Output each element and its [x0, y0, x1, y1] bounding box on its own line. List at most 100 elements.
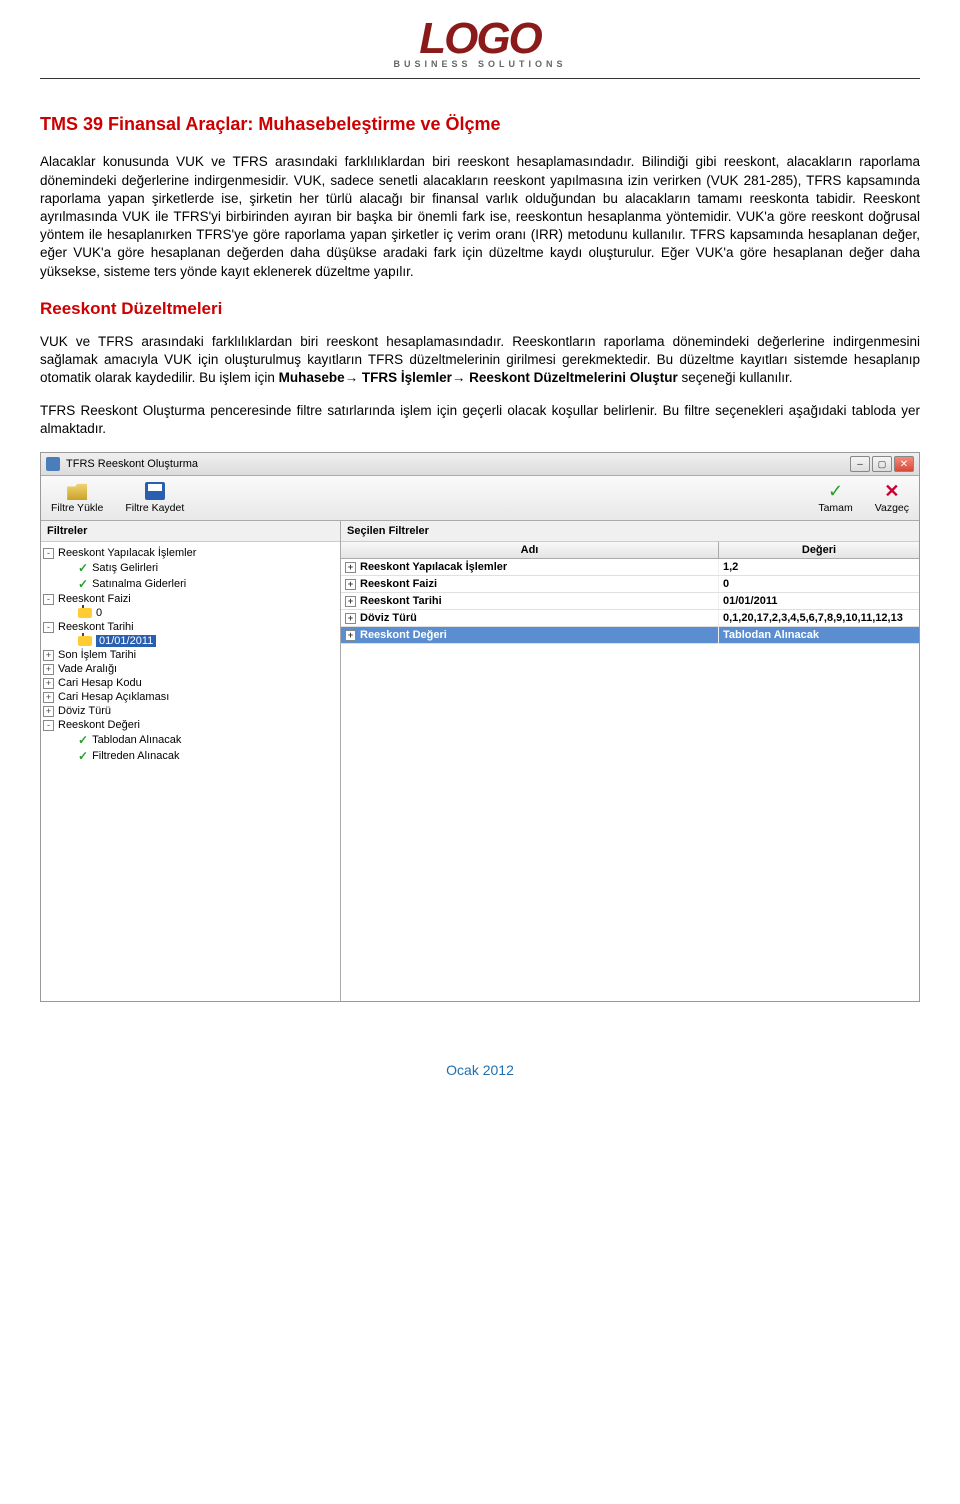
tree-item[interactable]: +Vade Aralığı — [43, 662, 338, 676]
tree-item[interactable]: 0 — [43, 606, 338, 620]
header-divider — [40, 78, 920, 79]
tree-item[interactable]: Satış Gelirleri — [43, 560, 338, 576]
ok-label: Tamam — [818, 502, 852, 514]
filters-tree-pane: Filtreler -Reeskont Yapılacak İşlemlerSa… — [41, 521, 341, 1001]
app-window: TFRS Reeskont Oluşturma Filtre Yükle Fil… — [40, 452, 920, 1002]
expand-icon[interactable]: + — [345, 630, 356, 641]
expand-icon[interactable]: + — [43, 692, 54, 703]
cancel-button[interactable]: ✕ Vazgeç — [875, 482, 909, 514]
grid-header: Adı Değeri — [341, 542, 919, 559]
section-heading: Reeskont Düzeltmeleri — [40, 299, 920, 319]
grid-row[interactable]: + Reeskont Yapılacak İşlemler 1,2 — [341, 559, 919, 576]
paragraph-3: TFRS Reeskont Oluşturma penceresinde fil… — [40, 402, 920, 438]
para1-text: Alacaklar konusunda VUK ve TFRS arasında… — [40, 154, 920, 205]
minimize-button[interactable] — [850, 456, 870, 472]
logo-subtitle: BUSINESS SOLUTIONS — [40, 59, 920, 69]
expand-icon[interactable]: + — [345, 613, 356, 624]
tree-item-label: Reeskont Yapılacak İşlemler — [58, 547, 196, 559]
page-footer: Ocak 2012 — [40, 1062, 920, 1078]
ok-button[interactable]: ✓ Tamam — [818, 482, 852, 514]
tree-item[interactable]: -Reeskont Tarihi — [43, 620, 338, 634]
app-icon — [46, 457, 60, 471]
tree-item[interactable]: + Cari Hesap Kodu — [43, 676, 338, 690]
collapse-icon[interactable]: - — [43, 622, 54, 633]
content-panes: Filtreler -Reeskont Yapılacak İşlemlerSa… — [41, 521, 919, 1001]
tree-item-label: Filtreden Alınacak — [92, 750, 179, 762]
check-icon — [78, 749, 88, 763]
grid-cell-name: Döviz Türü — [360, 612, 417, 624]
grid-cell-name: Reeskont Değeri — [360, 629, 447, 641]
folder-open-icon — [67, 482, 87, 500]
grid-row[interactable]: + Reeskont Tarihi 01/01/2011 — [341, 593, 919, 610]
tree-item[interactable]: + Döviz Türü — [43, 704, 338, 718]
tree-item[interactable]: -Reeskont Değeri — [43, 718, 338, 732]
tree-item[interactable]: -Reeskont Faizi — [43, 592, 338, 606]
tag-icon — [78, 636, 92, 646]
maximize-button[interactable] — [872, 456, 892, 472]
tree-item[interactable]: -Reeskont Yapılacak İşlemler — [43, 546, 338, 560]
tree-item[interactable]: Filtreden Alınacak — [43, 748, 338, 764]
grid-row[interactable]: + Reeskont Faizi 0 — [341, 576, 919, 593]
paragraph-2: VUK ve TFRS arasındaki farklılıklardan b… — [40, 333, 920, 388]
expand-icon[interactable]: + — [43, 678, 54, 689]
tree-item-label: 0 — [96, 607, 102, 619]
collapse-icon[interactable]: - — [43, 548, 54, 559]
tree-item-label: Reeskont Tarihi — [58, 621, 134, 633]
grid-cell-value: 01/01/2011 — [719, 593, 919, 609]
grid-cell-value: 0,1,20,17,2,3,4,5,6,7,8,9,10,11,12,13 — [719, 610, 919, 626]
tree-item-label: Reeskont Değeri — [58, 719, 140, 731]
filter-load-button[interactable]: Filtre Yükle — [51, 482, 103, 514]
close-button[interactable] — [894, 456, 914, 472]
tree-item-label: Cari Hesap Kodu — [58, 677, 142, 689]
expand-icon[interactable]: + — [43, 706, 54, 717]
filter-save-button[interactable]: Filtre Kaydet — [125, 482, 184, 514]
expand-icon[interactable]: + — [345, 596, 356, 607]
expand-icon[interactable]: + — [43, 650, 54, 661]
tree-item-label: 01/01/2011 — [96, 635, 156, 647]
toolbar: Filtre Yükle Filtre Kaydet ✓ Tamam ✕ Vaz… — [41, 476, 919, 521]
grid-cell-value: 1,2 — [719, 559, 919, 575]
check-icon — [78, 577, 88, 591]
selected-filters-grid[interactable]: + Reeskont Yapılacak İşlemler 1,2 + Reeskont… — [341, 559, 919, 644]
tree-item[interactable]: 01/01/2011 — [43, 634, 338, 648]
window-controls — [850, 456, 914, 472]
expand-icon[interactable]: + — [345, 579, 356, 590]
grid-cell-value: Tablodan Alınacak — [719, 627, 919, 643]
collapse-icon[interactable]: - — [43, 594, 54, 605]
para2b-text: seçeneği kullanılır. — [681, 370, 792, 385]
expand-icon[interactable]: + — [43, 664, 54, 675]
tree-item-label: Son İşlem Tarihi — [58, 649, 136, 661]
window-title: TFRS Reeskont Oluşturma — [66, 458, 198, 470]
filters-tree[interactable]: -Reeskont Yapılacak İşlemlerSatış Gelirl… — [41, 542, 340, 768]
logo-header: LOGO BUSINESS SOLUTIONS — [40, 0, 920, 74]
grid-cell-name: Reeskont Faizi — [360, 578, 437, 590]
tree-item[interactable]: Tablodan Alınacak — [43, 732, 338, 748]
grid-cell-name: Reeskont Yapılacak İşlemler — [360, 561, 507, 573]
tree-item[interactable]: + Cari Hesap Açıklaması — [43, 690, 338, 704]
check-icon — [78, 733, 88, 747]
cancel-icon: ✕ — [884, 482, 899, 500]
logo-main: LOGO — [40, 20, 920, 57]
check-icon: ✓ — [828, 482, 843, 500]
tree-item-label: Döviz Türü — [58, 705, 111, 717]
filter-load-label: Filtre Yükle — [51, 502, 103, 514]
grid-row[interactable]: + Döviz Türü 0,1,20,17,2,3,4,5,6,7,8,9,10,… — [341, 610, 919, 627]
filters-header: Filtreler — [41, 521, 340, 542]
grid-cell-name: Reeskont Tarihi — [360, 595, 442, 607]
tree-item-label: Reeskont Faizi — [58, 593, 131, 605]
check-icon — [78, 561, 88, 575]
grid-col-value: Değeri — [719, 542, 919, 558]
grid-cell-value: 0 — [719, 576, 919, 592]
document-title: TMS 39 Finansal Araçlar: Muhasebeleştirm… — [40, 114, 920, 135]
collapse-icon[interactable]: - — [43, 720, 54, 731]
tree-item[interactable]: + Son İşlem Tarihi — [43, 648, 338, 662]
grid-col-name: Adı — [341, 542, 719, 558]
paragraph-intro: Alacaklar konusunda VUK ve TFRS arasında… — [40, 153, 920, 281]
grid-row[interactable]: + Reeskont Değeri Tablodan Alınacak — [341, 627, 919, 644]
expand-icon[interactable]: + — [345, 562, 356, 573]
tag-icon — [78, 608, 92, 618]
window-titlebar: TFRS Reeskont Oluşturma — [41, 453, 919, 476]
cancel-label: Vazgeç — [875, 502, 909, 514]
tree-item-label: Cari Hesap Açıklaması — [58, 691, 169, 703]
tree-item[interactable]: Satınalma Giderleri — [43, 576, 338, 592]
